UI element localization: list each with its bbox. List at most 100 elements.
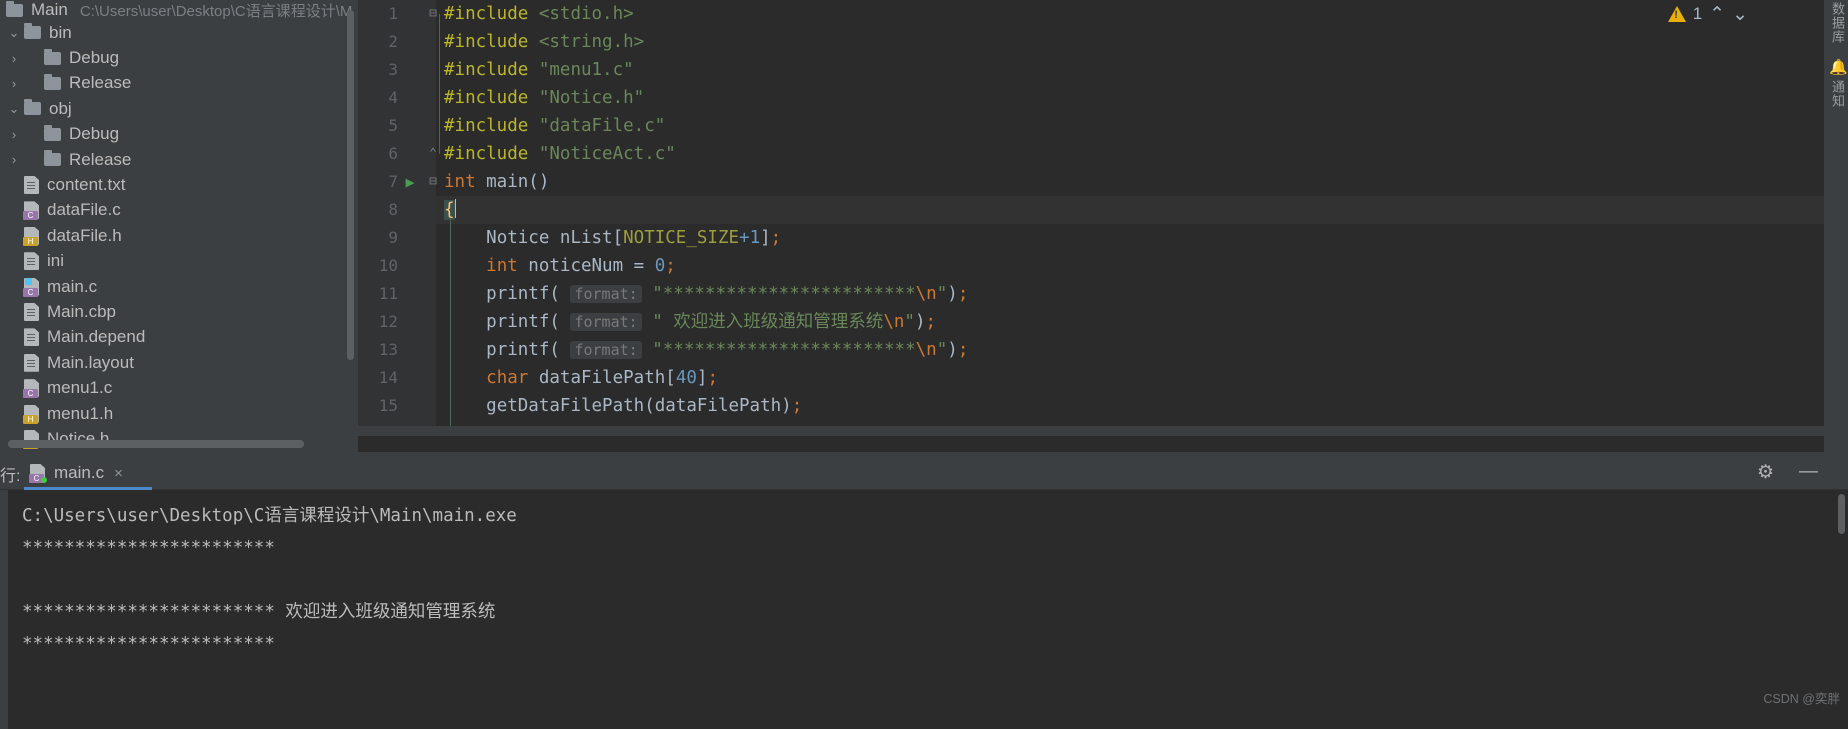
console-output[interactable]: C:\Users\user\Desktop\C语言课程设计\Main\main.… [8,490,1848,729]
fold-toggle-icon[interactable]: ⊟ [426,168,440,196]
expand-chevron-icon[interactable]: › [4,152,24,167]
tree-item-main-layout[interactable]: Main.layout [0,350,358,375]
code-line[interactable]: 13 printf( format: "********************… [358,336,1848,364]
gear-icon[interactable]: ⚙ [1757,461,1774,484]
fold-toggle-icon[interactable]: ⊟ [426,0,440,28]
folder-icon [6,0,23,17]
minimize-icon[interactable]: — [1799,461,1818,483]
code-text: #include "dataFile.c" [444,116,666,136]
notifications-tool-label[interactable]: 通知 [1828,80,1847,108]
next-problem-chevron-down-icon[interactable]: ⌄ [1732,3,1748,26]
ide-window: Main C:\Users\user\Desktop\C语言课程设计\M ⌄ bi… [0,0,1848,729]
run-tool-header: 行: C main.c × ⚙ — [0,452,1848,490]
code-line[interactable]: 15 getDataFilePath(dataFilePath); [358,392,1848,420]
code-line[interactable]: 12 printf( format: " 欢迎进入班级通知管理系统\n"); [358,308,1848,336]
code-text: #include <string.h> [444,32,645,52]
tree-item-bin[interactable]: ⌄ bin [0,20,358,45]
expand-chevron-icon[interactable]: ⌄ [4,101,24,117]
folder-icon [44,124,61,141]
line-number: 12 [378,312,398,331]
line-number: 4 [388,88,398,107]
c-file-icon: C [29,464,47,483]
console-line: ************************ [22,634,275,654]
line-number: 8 [388,200,398,219]
code-text: { [444,199,456,220]
project-tree-rows[interactable]: ⌄ bin › Debug › Release ⌄ obj › Debug › Release cont… [0,20,358,452]
line-number: 13 [378,340,398,359]
code-line[interactable]: 11 printf( format: "********************… [358,280,1848,308]
project-name: Main [31,0,68,19]
expand-chevron-icon[interactable]: › [4,76,24,91]
expand-chevron-icon[interactable]: › [4,51,24,66]
console-line: C:\Users\user\Desktop\C语言课程设计\Main\main.… [22,506,517,526]
code-line[interactable]: 4 #include "Notice.h" [358,84,1848,112]
code-line[interactable]: 8{ [358,196,1848,224]
code-line[interactable]: 10 int noticeNum = 0; [358,252,1848,280]
project-root-row[interactable]: Main C:\Users\user\Desktop\C语言课程设计\M [0,0,358,20]
tree-item-main-cbp[interactable]: Main.cbp [0,299,358,324]
folder-icon [44,150,61,167]
folder-icon [24,23,41,40]
code-line[interactable]: 6 ⌃ #include "NoticeAct.c" [358,140,1848,168]
project-vertical-scrollbar[interactable] [347,10,354,360]
code-line[interactable]: 1 ⊟ #include <stdio.h> [358,0,1848,28]
code-editor[interactable]: 1 ⊟ #include <stdio.h> 2 #include <string.h>… [358,0,1848,436]
header-file-icon: H [23,226,39,246]
tree-item-content-txt[interactable]: content.txt [0,172,358,197]
run-tool-window[interactable]: 行: C main.c × ⚙ — C:\Users\user\Desktop\… [0,452,1848,729]
editor-bottom-edge [358,426,1848,436]
tree-item-menu1-h[interactable]: Hmenu1.h [0,401,358,426]
code-line[interactable]: 9 Notice nList[NOTICE_SIZE+1]; [358,224,1848,252]
expand-chevron-icon[interactable]: ⌄ [4,25,24,41]
run-tab-main-c[interactable]: C main.c × [24,458,129,488]
line-number: 5 [388,116,398,135]
right-tool-strip[interactable]: 数据库 🔔 通知 [1824,0,1848,452]
code-line[interactable]: 7 ▶ ⊟ int main() [358,168,1848,196]
tree-item-label: Main.layout [47,352,134,372]
tree-item-menu1-c[interactable]: Cmenu1.c [0,375,358,400]
tree-item-label: main.c [47,276,98,296]
tree-item-label: bin [49,22,72,42]
tree-item-obj[interactable]: ⌄ obj [0,96,358,121]
tree-item-main-c[interactable]: Cmain.c [0,274,358,299]
expand-chevron-icon[interactable]: › [4,127,24,142]
code-line[interactable]: 3 #include "menu1.c" [358,56,1848,84]
code-text: printf( format: "***********************… [486,340,969,360]
console-line: ************************ [22,538,275,558]
code-text: #include "Notice.h" [444,88,645,108]
tree-item-datafile-c[interactable]: CdataFile.c [0,198,358,223]
line-number: 7 [388,172,398,191]
text-file-icon [24,328,39,347]
database-tool-label[interactable]: 数据库 [1828,2,1847,44]
project-tree-panel[interactable]: Main C:\Users\user\Desktop\C语言课程设计\M ⌄ bi… [0,0,358,452]
project-path: C:\Users\user\Desktop\C语言课程设计\M [79,2,353,20]
tree-item-datafile-h[interactable]: HdataFile.h [0,223,358,248]
tree-item-label: Debug [69,124,120,144]
tree-item-release[interactable]: › Release [0,71,358,96]
warning-triangle-icon [1667,6,1686,22]
code-line[interactable]: 5 #include "dataFile.c" [358,112,1848,140]
tree-item-debug[interactable]: › Debug [0,45,358,70]
tree-item-ini[interactable]: ini [0,249,358,274]
inspection-warning-indicator[interactable]: 1 ⌃ ⌄ [1667,0,1748,28]
code-line[interactable]: 14 char dataFilePath[40]; [358,364,1848,392]
c-file-icon: C [23,201,39,221]
tree-item-debug[interactable]: › Debug [0,122,358,147]
tree-item-label: ini [47,251,65,271]
code-text: getDataFilePath(dataFilePath); [486,396,803,416]
close-icon[interactable]: × [114,465,123,482]
fold-toggle-icon[interactable]: ⌃ [426,140,440,168]
bell-icon[interactable]: 🔔 [1829,58,1848,76]
run-gutter-icon[interactable]: ▶ [402,168,418,196]
project-horizontal-scrollbar[interactable] [8,440,304,448]
tree-item-label: Main.depend [47,327,146,347]
tree-item-release[interactable]: › Release [0,147,358,172]
tree-item-main-depend[interactable]: Main.depend [0,325,358,350]
tree-item-label: dataFile.h [47,225,122,245]
previous-problem-chevron-up-icon[interactable]: ⌃ [1709,3,1725,26]
console-vertical-scrollbar[interactable] [1838,494,1845,534]
code-line[interactable]: 2 #include <string.h> [358,28,1848,56]
code-text: Notice nList[NOTICE_SIZE+1]; [486,228,782,248]
tree-item-label: Main.cbp [47,301,116,321]
tree-item-label: Release [69,149,132,169]
